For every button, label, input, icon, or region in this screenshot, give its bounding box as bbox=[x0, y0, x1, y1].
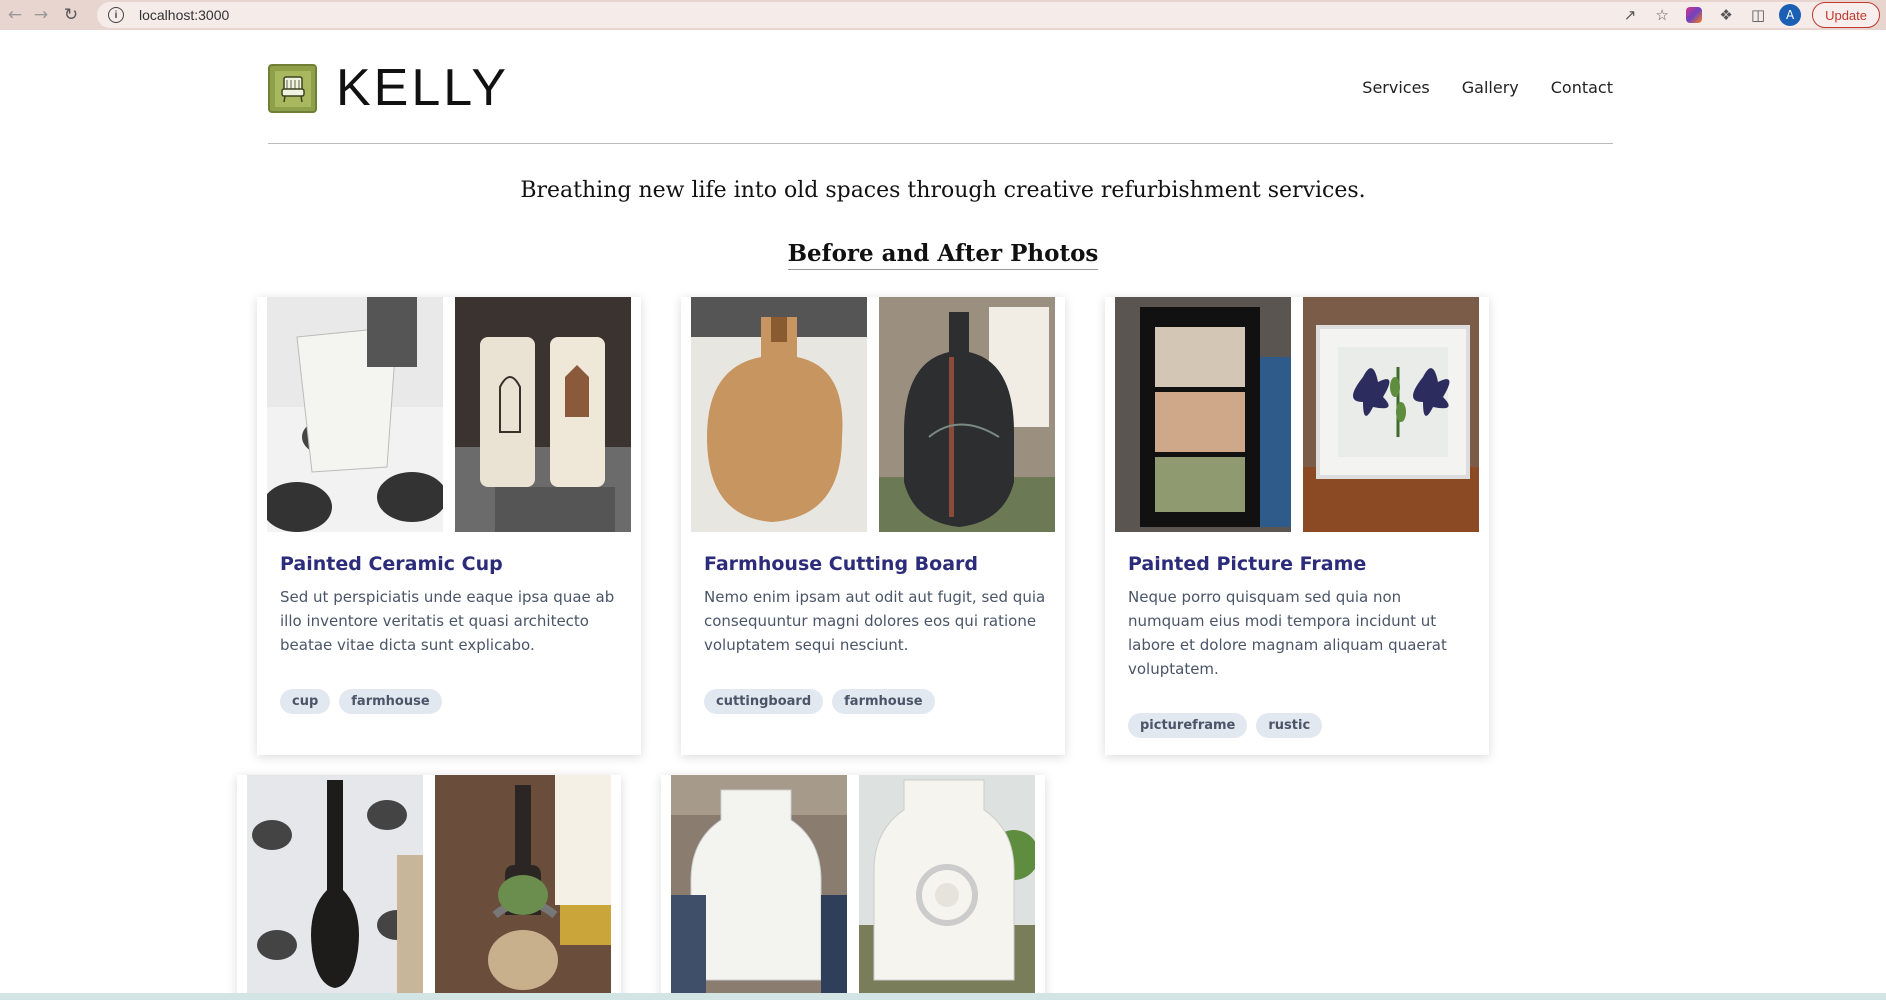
tag-chip[interactable]: farmhouse bbox=[832, 689, 935, 714]
before-photo[interactable] bbox=[1115, 297, 1291, 532]
project-card: Painted Picture Frame Neque porro quisqu… bbox=[1105, 297, 1489, 755]
page-bottom-edge bbox=[0, 993, 1886, 1000]
tag-chip[interactable]: cup bbox=[280, 689, 331, 714]
card-description: Neque porro quisquam sed quia non numqua… bbox=[1128, 588, 1447, 678]
browser-toolbar: ← → ↻ i localhost:3000 ↗ ☆ ❖ ◫ A Update bbox=[0, 0, 1886, 30]
card-title[interactable]: Farmhouse Cutting Board bbox=[704, 553, 978, 575]
tag-chip[interactable]: farmhouse bbox=[339, 689, 442, 714]
tag-chip[interactable]: cuttingboard bbox=[704, 689, 824, 714]
project-card bbox=[661, 775, 1045, 1000]
card-description: Sed ut perspiciatis unde eaque ipsa quae… bbox=[280, 588, 615, 654]
tag-list: cuttingboard farmhouse bbox=[704, 689, 935, 714]
before-photo[interactable] bbox=[247, 775, 423, 993]
tag-list: cup farmhouse bbox=[280, 689, 442, 714]
extensions-puzzle-icon[interactable]: ❖ bbox=[1710, 0, 1742, 30]
tagline: Breathing new life into old spaces throu… bbox=[520, 178, 1366, 203]
after-photo[interactable] bbox=[859, 775, 1035, 993]
tag-chip[interactable]: rustic bbox=[1256, 713, 1323, 738]
brand-name[interactable]: KELLY bbox=[336, 58, 509, 118]
after-photo[interactable] bbox=[1303, 297, 1479, 532]
site-header: KELLY Services Gallery Contact bbox=[268, 58, 1613, 144]
site-info-icon[interactable]: i bbox=[108, 7, 124, 23]
main-nav: Services Gallery Contact bbox=[1362, 78, 1613, 97]
before-photo[interactable] bbox=[267, 297, 443, 532]
url-text[interactable]: localhost:3000 bbox=[139, 7, 229, 23]
chair-logo-icon[interactable] bbox=[268, 64, 317, 113]
section-title: Before and After Photos bbox=[0, 240, 1886, 270]
after-photo[interactable] bbox=[879, 297, 1055, 532]
share-icon[interactable]: ↗ bbox=[1614, 0, 1646, 30]
profile-avatar[interactable]: A bbox=[1774, 0, 1806, 30]
tag-chip[interactable]: pictureframe bbox=[1128, 713, 1248, 738]
project-card: Farmhouse Cutting Board Nemo enim ipsam … bbox=[681, 297, 1065, 755]
nav-link-contact[interactable]: Contact bbox=[1551, 78, 1613, 97]
card-description: Nemo enim ipsam aut odit aut fugit, sed … bbox=[704, 588, 1046, 654]
address-bar[interactable]: i localhost:3000 bbox=[97, 2, 1840, 28]
card-title[interactable]: Painted Picture Frame bbox=[1128, 553, 1366, 575]
forward-icon[interactable]: → bbox=[26, 0, 56, 30]
tag-list: pictureframe rustic bbox=[1128, 713, 1323, 738]
bookmark-star-icon[interactable]: ☆ bbox=[1646, 0, 1678, 30]
before-photo[interactable] bbox=[691, 297, 867, 532]
project-card bbox=[237, 775, 621, 1000]
update-button[interactable]: Update bbox=[1812, 2, 1880, 28]
extension-app-icon[interactable] bbox=[1678, 0, 1710, 30]
reload-icon[interactable]: ↻ bbox=[56, 0, 86, 30]
after-photo[interactable] bbox=[455, 297, 631, 532]
side-panel-icon[interactable]: ◫ bbox=[1742, 0, 1774, 30]
before-photo[interactable] bbox=[671, 775, 847, 993]
after-photo[interactable] bbox=[435, 775, 611, 993]
project-card: Painted Ceramic Cup Sed ut perspiciatis … bbox=[257, 297, 641, 755]
nav-link-services[interactable]: Services bbox=[1362, 78, 1429, 97]
nav-link-gallery[interactable]: Gallery bbox=[1462, 78, 1519, 97]
card-title[interactable]: Painted Ceramic Cup bbox=[280, 553, 503, 575]
